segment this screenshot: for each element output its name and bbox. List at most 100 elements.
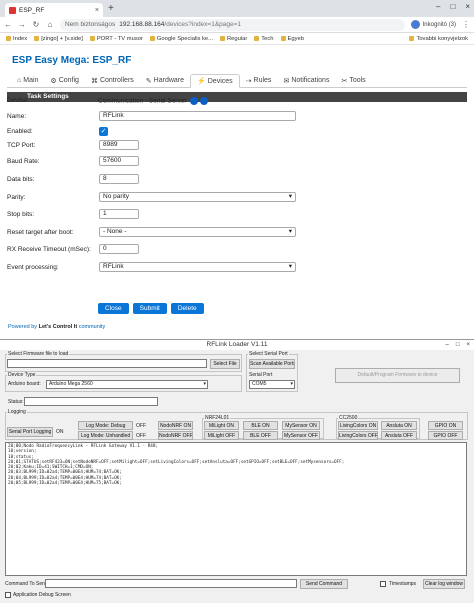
tab-notifications[interactable]: ✉ Notifications	[277, 74, 335, 87]
tab-hardware[interactable]: ✎ Hardware	[140, 74, 190, 87]
bookmark-folder[interactable]: Egyeb	[280, 36, 304, 42]
tab-tools[interactable]: ✂ Tools	[335, 74, 371, 87]
submit-button[interactable]: Submit	[132, 303, 167, 314]
timestamps-checkbox[interactable]	[380, 581, 386, 587]
event-processing-select[interactable]: RFLink ▾	[99, 262, 296, 272]
serial-port-select[interactable]: COM5 ▾	[249, 380, 295, 389]
livingcolors-on-button[interactable]: LivingColors ON	[338, 421, 378, 430]
select-value: COM5	[252, 381, 267, 387]
ansluta-on-button[interactable]: Ansluta ON	[381, 421, 417, 430]
milight-on-button[interactable]: MiLight ON	[204, 421, 239, 430]
program-firmware-button[interactable]: Default/Program Firmware to device	[335, 368, 460, 383]
baud-rate-label: Baud Rate:	[7, 158, 40, 165]
new-tab-button[interactable]: +	[108, 3, 114, 15]
security-warning[interactable]: Nem biztonságos	[65, 21, 115, 28]
serial-port-logging-button[interactable]: Serial Port Logging	[7, 427, 53, 437]
device-label: Device:	[7, 97, 29, 104]
milight-off-button[interactable]: MiLight OFF	[204, 431, 239, 440]
mysensor-off-button[interactable]: MySensor OFF	[282, 431, 320, 440]
controllers-icon: ⌘	[90, 77, 98, 85]
livingcolors-off-button[interactable]: LivingColors OFF	[338, 431, 378, 440]
bookmarks-bar: Index [zingo] + [v.side] PORT - TV musor…	[0, 33, 474, 45]
bookmark-item[interactable]: Google Specialis ke...	[149, 36, 213, 42]
firmware-file-input[interactable]	[7, 359, 207, 368]
close-window-icon[interactable]: ×	[466, 340, 470, 350]
tab-rules[interactable]: ⇢ Rules	[240, 74, 278, 87]
baud-rate-input[interactable]: 57600	[99, 156, 139, 166]
footer-prefix: Powered by	[8, 324, 39, 330]
bookmark-item[interactable]: Index	[6, 36, 27, 42]
clear-log-button[interactable]: Clear log window	[423, 579, 465, 589]
browser-tab[interactable]: ESP_RF ×	[5, 3, 103, 17]
log-mode-unhandled-button[interactable]: Log Mode: Unhandled	[78, 431, 133, 440]
app-debug-checkbox[interactable]	[5, 592, 11, 598]
bookmark-icon	[149, 36, 155, 41]
arduino-board-select[interactable]: Arduino Mega 2560 ▾	[46, 380, 208, 389]
chevron-down-icon: ▾	[203, 381, 206, 387]
ansluta-off-button[interactable]: Ansluta OFF	[381, 431, 417, 440]
scan-ports-button[interactable]: Scan Available Ports	[249, 359, 295, 369]
timestamps-label: Timestamps	[389, 581, 417, 587]
folder-icon	[280, 36, 286, 41]
bookmark-label: Tovabbi konyvjelzok	[416, 35, 468, 42]
gpio-off-button[interactable]: GPIO OFF	[428, 431, 463, 440]
minimize-icon[interactable]: –	[436, 2, 440, 11]
help-icon[interactable]	[190, 97, 199, 105]
menu-label: Config	[58, 77, 79, 84]
other-bookmarks[interactable]: Tovabbi konyvjelzok	[409, 36, 468, 42]
delete-button[interactable]: Delete	[170, 303, 204, 314]
gpio-on-button[interactable]: GPIO ON	[428, 421, 463, 430]
ble-on-button[interactable]: BLE ON	[243, 421, 278, 430]
nodonrf-off-button[interactable]: NodoNRF OFF	[158, 431, 193, 440]
minimize-icon[interactable]: –	[446, 340, 449, 350]
tab-close-icon[interactable]: ×	[95, 7, 99, 14]
close-window-icon[interactable]: ×	[465, 2, 470, 11]
bookmark-item[interactable]: [zingo] + [v.side]	[34, 36, 83, 42]
log-window[interactable]: 20;00;Nodo RadioFrequencyLink - RFLink G…	[5, 442, 467, 576]
tab-controllers[interactable]: ⌘ Controllers	[85, 74, 140, 87]
select-file-button[interactable]: Select File	[210, 359, 240, 369]
close-button[interactable]: Close	[98, 303, 129, 314]
tab-main[interactable]: ⌂ Main	[11, 74, 44, 87]
reset-target-select[interactable]: - None - ▾	[99, 227, 296, 237]
data-bits-input[interactable]: 8	[99, 174, 139, 184]
back-icon[interactable]: ←	[4, 20, 12, 29]
main-menu: ⌂ Main ⚙ Config ⌘ Controllers ✎ Hardware ⚡ De…	[7, 74, 467, 88]
info-icon[interactable]	[200, 97, 209, 105]
maximize-icon[interactable]: □	[456, 340, 460, 350]
browser-window: ESP_RF × + – □ × ← → ↻ ⌂ Nem biztonságos…	[0, 0, 474, 339]
tab-devices[interactable]: ⚡ Devices	[190, 74, 240, 88]
chevron-down-icon: ▾	[288, 193, 292, 200]
parity-select[interactable]: No parity ▾	[99, 192, 296, 202]
nodonrf-on-button[interactable]: NodoNRF ON	[158, 421, 193, 430]
command-input[interactable]	[45, 579, 297, 588]
send-command-button[interactable]: Send Command	[300, 579, 348, 589]
log-mode-unhandled-state: OFF	[136, 433, 146, 439]
url-path: /devices?index=1&page=1	[164, 21, 242, 28]
enabled-checkbox[interactable]: ✓	[99, 127, 108, 136]
tab-config[interactable]: ⚙ Config	[44, 74, 85, 87]
log-mode-debug-button[interactable]: Log Mode: Debug	[78, 421, 133, 430]
tcp-port-input[interactable]: 8989	[99, 140, 139, 150]
stop-bits-input[interactable]: 1	[99, 209, 139, 219]
ble-off-button[interactable]: BLE OFF	[243, 431, 278, 440]
bookmark-item[interactable]: PORT - TV musor	[89, 36, 143, 42]
device-value: Communication - Serial Server	[98, 97, 209, 105]
reload-icon[interactable]: ↻	[32, 20, 40, 29]
rx-timeout-label: RX Receive Timeout (mSec):	[7, 246, 91, 253]
forward-icon[interactable]: →	[18, 20, 26, 29]
menu-icon[interactable]: ⋮	[462, 20, 470, 29]
select-value: RFLink	[103, 263, 124, 270]
home-icon[interactable]: ⌂	[46, 20, 54, 29]
command-label: Command To Send:	[5, 581, 50, 587]
logging-group-label: Logging	[7, 409, 27, 415]
maximize-icon[interactable]: □	[450, 2, 455, 11]
mysensor-on-button[interactable]: MySensor ON	[282, 421, 320, 430]
address-bar[interactable]: Nem biztonságos 192.168.88.164/devices?i…	[60, 18, 405, 31]
bookmark-folder[interactable]: Regular	[219, 36, 247, 42]
profile-button[interactable]: Inkognitó (3)	[410, 20, 456, 29]
rx-timeout-input[interactable]: 0	[99, 244, 139, 254]
footer-brand-link[interactable]: Let's Control It	[39, 324, 78, 330]
bookmark-folder[interactable]: Tech	[254, 36, 274, 42]
name-input[interactable]: RFLink	[99, 111, 296, 121]
